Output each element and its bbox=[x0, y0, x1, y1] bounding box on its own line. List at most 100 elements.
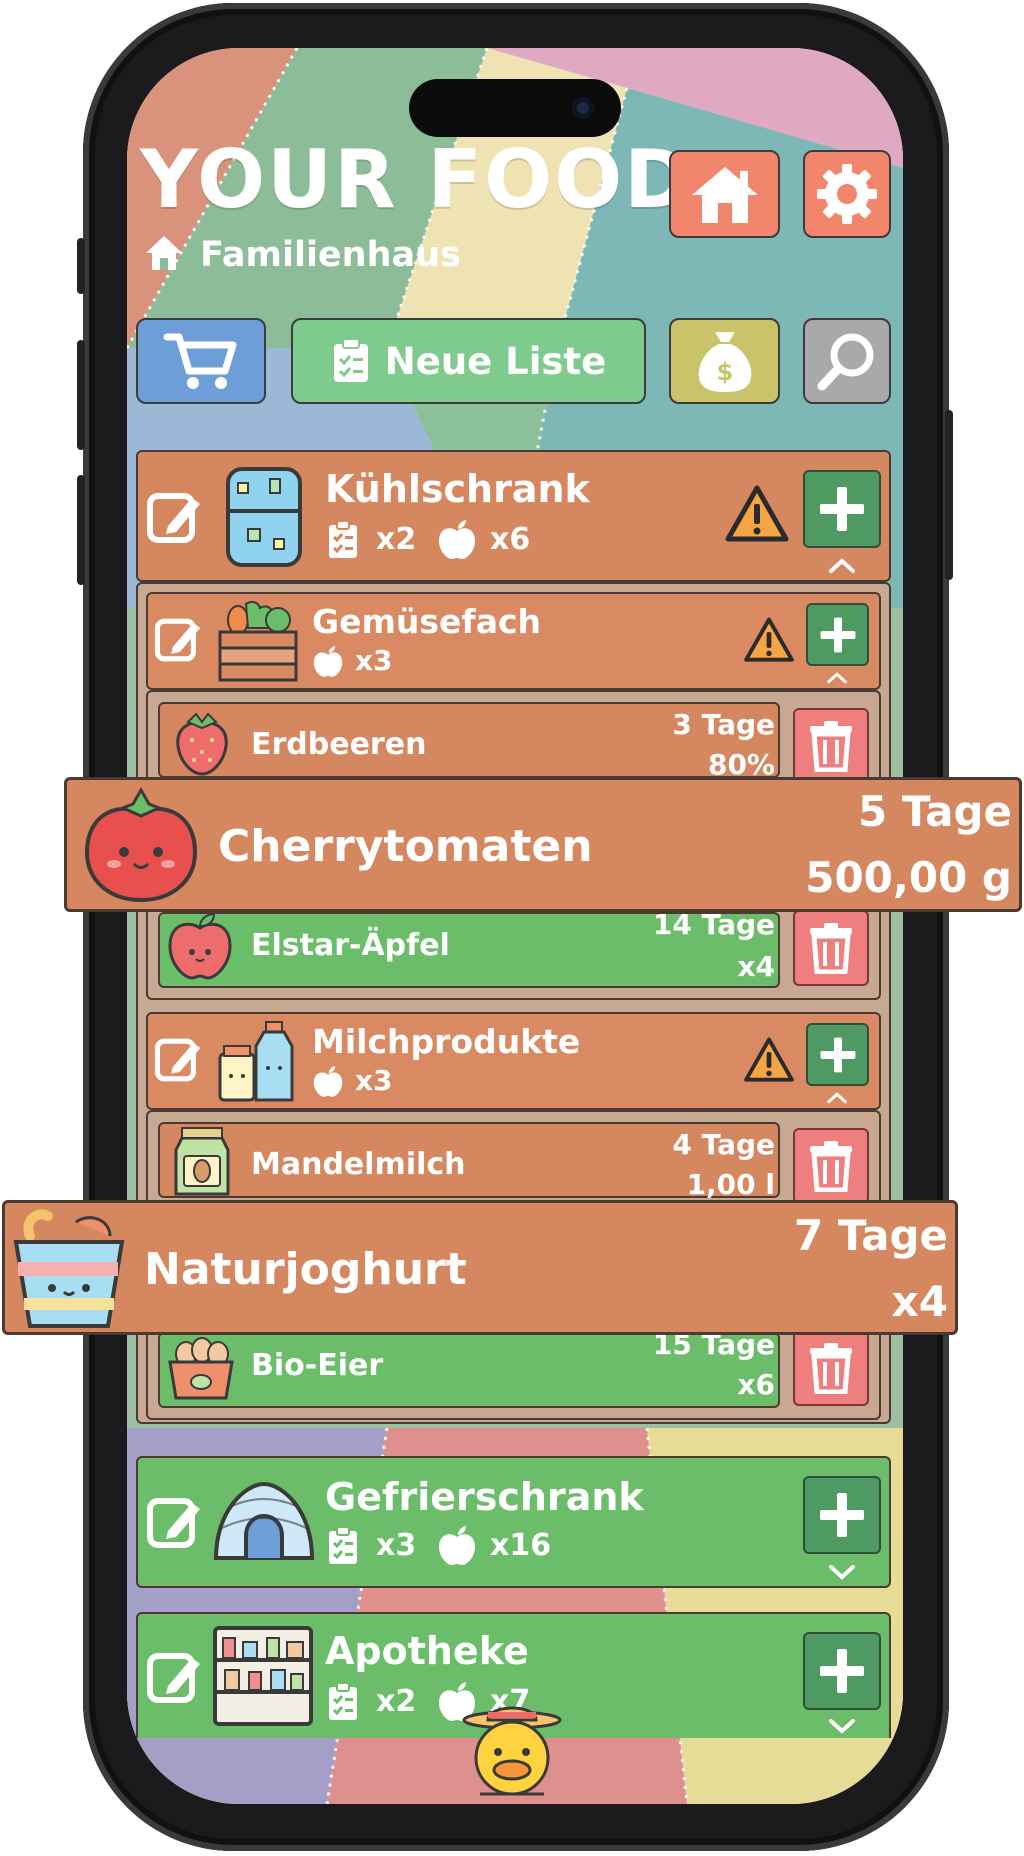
plus-icon bbox=[820, 1037, 855, 1072]
list-count: x3 bbox=[376, 1528, 417, 1563]
home-button[interactable] bbox=[669, 150, 780, 238]
edit-icon[interactable] bbox=[154, 1036, 202, 1084]
duck-mascot-icon bbox=[462, 1706, 562, 1796]
item-count: x3 bbox=[355, 1064, 393, 1097]
apple-icon bbox=[439, 1526, 475, 1565]
amount: x4 bbox=[737, 950, 775, 983]
compartment-name: Gemüsefach bbox=[312, 602, 542, 641]
power-button bbox=[945, 410, 953, 580]
list-count: x2 bbox=[376, 1684, 417, 1719]
list-count-icon bbox=[329, 520, 357, 558]
food-name: Erdbeeren bbox=[251, 727, 427, 762]
search-button[interactable] bbox=[803, 318, 891, 404]
chevron-up-icon[interactable] bbox=[828, 558, 856, 574]
list-count-icon bbox=[329, 1526, 357, 1564]
dairy-products-icon bbox=[218, 1021, 294, 1102]
trash-icon bbox=[810, 1141, 852, 1192]
home-icon bbox=[691, 167, 758, 223]
shopping-cart-button[interactable] bbox=[136, 318, 266, 404]
food-name: Cherrytomaten bbox=[218, 821, 593, 872]
warning-icon bbox=[744, 617, 794, 662]
home-small-icon bbox=[146, 236, 182, 270]
app-title: YOUR FOOD bbox=[140, 133, 693, 226]
storage-name: Apotheke bbox=[325, 1629, 529, 1673]
warning-icon bbox=[744, 1037, 794, 1082]
chevron-down-icon[interactable] bbox=[828, 1718, 856, 1734]
amount: x4 bbox=[891, 1277, 948, 1326]
add-item-button[interactable] bbox=[803, 1632, 881, 1710]
new-list-button[interactable]: Neue Liste bbox=[291, 318, 646, 404]
clipboard-icon bbox=[333, 338, 368, 382]
volume-down-button bbox=[77, 475, 85, 585]
food-name: Bio-Eier bbox=[251, 1348, 384, 1383]
add-item-button[interactable] bbox=[806, 1023, 869, 1086]
money-bag-icon: $ bbox=[698, 332, 751, 392]
camera-lens bbox=[572, 97, 594, 119]
igloo-icon bbox=[213, 1481, 315, 1560]
plus-icon bbox=[820, 1649, 864, 1693]
search-icon bbox=[817, 333, 874, 391]
days-left: 5 Tage bbox=[858, 787, 1012, 836]
plus-icon bbox=[820, 617, 855, 652]
vegetable-crate-icon bbox=[218, 600, 298, 682]
list-count-icon bbox=[329, 1682, 357, 1720]
trash-icon bbox=[810, 1343, 852, 1394]
trash-icon bbox=[810, 923, 852, 974]
days-left: 14 Tage bbox=[652, 908, 775, 941]
days-left: 7 Tage bbox=[794, 1211, 948, 1260]
budget-button[interactable]: $ bbox=[669, 318, 780, 404]
edit-icon[interactable] bbox=[154, 616, 202, 664]
compartment-name: Milchprodukte bbox=[312, 1022, 581, 1061]
add-item-button[interactable] bbox=[806, 603, 869, 666]
trash-icon bbox=[810, 721, 852, 772]
delete-button[interactable] bbox=[793, 1330, 869, 1406]
item-count: x16 bbox=[490, 1528, 552, 1563]
delete-button[interactable] bbox=[793, 708, 869, 784]
delete-button[interactable] bbox=[793, 910, 869, 986]
storage-name: Gefrierschrank bbox=[325, 1475, 644, 1519]
apple-icon bbox=[439, 520, 475, 559]
list-count: x2 bbox=[376, 522, 417, 557]
apple-fruit-icon bbox=[168, 912, 232, 980]
volume-up-button bbox=[77, 340, 85, 450]
food-name: Elstar-Äpfel bbox=[251, 928, 450, 963]
days-left: 3 Tage bbox=[672, 708, 775, 741]
warning-icon bbox=[725, 485, 789, 542]
delete-button[interactable] bbox=[793, 1128, 869, 1204]
yogurt-cup-icon bbox=[13, 1209, 125, 1328]
apple-icon bbox=[313, 646, 343, 677]
days-left: 4 Tage bbox=[672, 1128, 775, 1161]
medicine-cabinet-icon bbox=[213, 1626, 313, 1726]
cart-icon bbox=[163, 333, 237, 389]
storage-name: Kühlschrank bbox=[325, 467, 590, 511]
chevron-up-icon[interactable] bbox=[826, 1092, 848, 1104]
action-button bbox=[77, 238, 85, 294]
plus-icon bbox=[820, 487, 864, 531]
amount: 1,00 l bbox=[686, 1168, 775, 1201]
svg-text:$: $ bbox=[716, 358, 733, 386]
add-item-button[interactable] bbox=[803, 470, 881, 548]
item-count: x6 bbox=[490, 522, 531, 557]
settings-button[interactable] bbox=[803, 150, 891, 238]
household-name: Familienhaus bbox=[200, 235, 461, 275]
chevron-down-icon[interactable] bbox=[828, 1564, 856, 1580]
fridge-icon bbox=[226, 467, 302, 567]
food-name: Mandelmilch bbox=[251, 1147, 466, 1182]
chevron-up-icon[interactable] bbox=[826, 672, 848, 684]
add-item-button[interactable] bbox=[803, 1476, 881, 1554]
new-list-label: Neue Liste bbox=[384, 339, 607, 383]
amount: 500,00 g bbox=[805, 853, 1012, 902]
almond-milk-icon bbox=[174, 1127, 230, 1196]
plus-icon bbox=[820, 1493, 864, 1537]
edit-icon[interactable] bbox=[146, 490, 202, 546]
amount: x6 bbox=[737, 1368, 775, 1401]
gear-icon bbox=[817, 164, 877, 224]
strawberry-icon bbox=[176, 712, 228, 776]
edit-icon[interactable] bbox=[146, 1650, 202, 1706]
food-name: Naturjoghurt bbox=[144, 1244, 467, 1295]
tomato-icon bbox=[84, 786, 198, 903]
apple-icon bbox=[313, 1066, 343, 1097]
egg-basket-icon bbox=[168, 1337, 234, 1400]
item-count: x3 bbox=[355, 644, 393, 677]
edit-icon[interactable] bbox=[146, 1495, 202, 1551]
